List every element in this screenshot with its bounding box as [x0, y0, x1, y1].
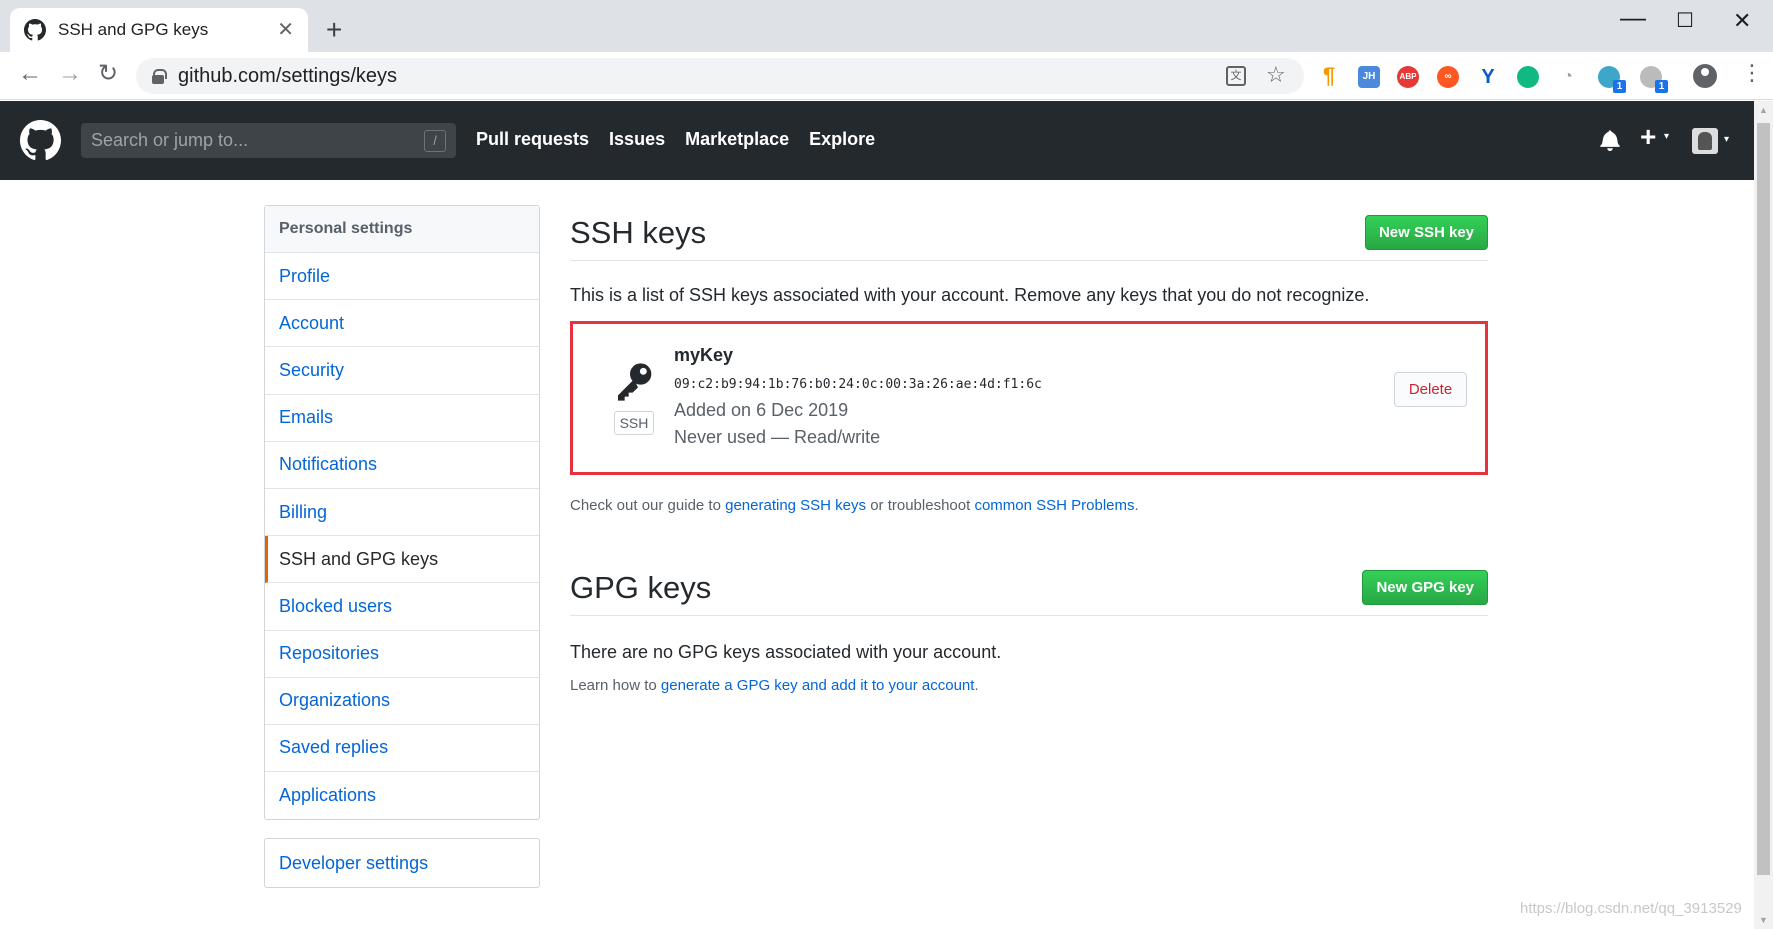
ssh-keys-header: SSH keys New SSH key [570, 205, 1488, 261]
v-extension-icon[interactable]: Y [1477, 66, 1499, 88]
github-logo-icon[interactable] [20, 120, 61, 161]
learn-prefix: Learn how to [570, 677, 661, 694]
back-arrow-icon[interactable]: ← [18, 62, 42, 86]
create-new-plus-icon[interactable]: + [1640, 123, 1656, 151]
sidebar-item-developer-settings[interactable]: Developer settings [264, 838, 540, 888]
extension-badge: 1 [1655, 80, 1668, 93]
jh-extension-icon[interactable]: JH [1358, 66, 1380, 88]
infinity-extension-icon[interactable]: ∞ [1437, 66, 1459, 88]
scrollbar-thumb[interactable] [1757, 123, 1770, 875]
adblock-plus-icon[interactable]: ABP [1397, 66, 1419, 88]
github-favicon-icon [24, 19, 46, 41]
lock-icon[interactable] [152, 69, 167, 84]
guide-prefix: Check out our guide to [570, 497, 726, 514]
extension-badge: 1 [1613, 80, 1626, 93]
globe-extension-icon[interactable]: 1 [1598, 66, 1626, 93]
new-gpg-key-button[interactable]: New GPG key [1362, 570, 1488, 605]
window-minimize-icon[interactable]: — [1620, 2, 1646, 33]
nav-issues[interactable]: Issues [609, 129, 665, 150]
sidebar-item-applications[interactable]: Applications [265, 772, 539, 819]
search-input[interactable]: Search or jump to... / [81, 123, 456, 158]
address-bar[interactable]: github.com/settings/keys [136, 58, 1304, 94]
avatar-dropdown-caret-icon[interactable]: ▾ [1724, 134, 1729, 145]
sidebar-item-emails[interactable]: Emails [265, 395, 539, 442]
github-header: Search or jump to... / Pull requests Iss… [0, 101, 1754, 180]
browser-toolbar: ← → ↻ github.com/settings/keys 文 ☆ ¶ JH … [0, 52, 1773, 100]
notifications-bell-icon[interactable] [1600, 129, 1620, 151]
window-maximize-icon[interactable]: ☐ [1676, 8, 1694, 33]
create-dropdown-caret-icon[interactable]: ▾ [1664, 131, 1669, 142]
sidebar-item-saved-replies[interactable]: Saved replies [265, 725, 539, 773]
reload-icon[interactable]: ↻ [98, 62, 118, 86]
ssh-keys-description: This is a list of SSH keys associated wi… [570, 285, 1370, 305]
scroll-down-arrow-icon[interactable]: ▼ [1759, 915, 1768, 925]
browser-menu-icon[interactable]: ⋮ [1741, 62, 1763, 84]
page-scrollbar[interactable]: ▲ ▼ [1754, 101, 1773, 929]
sidebar-item-billing[interactable]: Billing [265, 489, 539, 537]
header-nav: Pull requests Issues Marketplace Explore [476, 129, 875, 150]
sidebar-heading: Personal settings [265, 206, 539, 253]
main-content: SSH keys New SSH key This is a list of S… [570, 205, 1488, 694]
browser-tab-active[interactable]: SSH and GPG keys ✕ [10, 8, 308, 52]
dark-extension-icon[interactable]: 1 [1640, 66, 1668, 93]
browser-profile-icon[interactable] [1693, 64, 1717, 88]
forward-arrow-icon[interactable]: → [58, 62, 82, 86]
sidebar-item-blocked-users[interactable]: Blocked users [265, 583, 539, 631]
ssh-keys-title: SSH keys [570, 214, 707, 250]
gpg-empty-message: There are no GPG keys associated with yo… [570, 642, 1002, 662]
common-ssh-problems-link[interactable]: common SSH Problems [974, 497, 1134, 514]
ssh-key-item: SSH myKey 09:c2:b9:94:1b:76:b0:24:0c:00:… [570, 321, 1488, 475]
scroll-up-arrow-icon[interactable]: ▲ [1759, 105, 1768, 115]
sidebar-item-account[interactable]: Account [265, 300, 539, 348]
slash-shortcut-icon: / [424, 129, 446, 152]
key-added-date: Added on 6 Dec 2019 [674, 400, 849, 420]
guide-suffix: . [1134, 497, 1139, 514]
key-title: myKey [674, 345, 734, 365]
generating-ssh-keys-link[interactable]: generating SSH keys [725, 497, 866, 514]
gauge-extension-icon[interactable]: ◔ [1557, 66, 1579, 88]
new-tab-icon[interactable]: + [326, 16, 342, 44]
delete-key-button[interactable]: Delete [1394, 372, 1467, 407]
window-close-icon[interactable]: ✕ [1733, 8, 1751, 34]
sidebar-item-ssh-gpg-keys[interactable]: SSH and GPG keys [265, 536, 539, 584]
sidebar-item-organizations[interactable]: Organizations [265, 678, 539, 725]
generate-gpg-key-link[interactable]: generate a GPG key and add it to your ac… [661, 677, 975, 694]
key-fingerprint: 09:c2:b9:94:1b:76:b0:24:0c:00:3a:26:ae:4… [674, 377, 1042, 392]
ssh-type-label: SSH [614, 411, 654, 435]
gpg-keys-header: GPG keys New GPG key [570, 560, 1488, 616]
user-avatar[interactable] [1692, 128, 1718, 154]
translate-icon[interactable]: 文 [1226, 66, 1246, 86]
key-usage-status: Never used — Read/write [674, 427, 881, 447]
browser-tab-strip: SSH and GPG keys ✕ + — ☐ ✕ [0, 0, 1773, 52]
gpg-learn-text: Learn how to generate a GPG key and add … [570, 677, 1488, 694]
new-ssh-key-button[interactable]: New SSH key [1364, 215, 1488, 250]
sidebar-item-profile[interactable]: Profile [265, 253, 539, 301]
watermark-text: https://blog.csdn.net/qq_3913529 [1520, 900, 1742, 917]
sidebar-item-security[interactable]: Security [265, 347, 539, 395]
pilcrow-icon[interactable]: ¶ [1318, 65, 1340, 88]
search-placeholder: Search or jump to... [91, 130, 249, 150]
sidebar-item-repositories[interactable]: Repositories [265, 631, 539, 678]
tab-close-icon[interactable]: ✕ [277, 20, 294, 40]
url-text[interactable]: github.com/settings/keys [178, 65, 397, 88]
guide-mid: or troubleshoot [866, 497, 975, 514]
sidebar-item-notifications[interactable]: Notifications [265, 442, 539, 489]
gpg-keys-title: GPG keys [570, 569, 712, 605]
browser-tab-title: SSH and GPG keys [58, 20, 209, 39]
key-icon [618, 363, 652, 401]
nav-marketplace[interactable]: Marketplace [685, 129, 789, 150]
ssh-guide-text: Check out our guide to generating SSH ke… [570, 497, 1488, 514]
nav-explore[interactable]: Explore [809, 129, 875, 150]
settings-sidebar: Personal settings Profile Account Securi… [264, 205, 540, 821]
nav-pull-requests[interactable]: Pull requests [476, 129, 589, 150]
learn-suffix: . [974, 677, 979, 694]
bookmark-star-icon[interactable]: ☆ [1266, 62, 1286, 88]
green-extension-icon[interactable] [1517, 66, 1539, 88]
